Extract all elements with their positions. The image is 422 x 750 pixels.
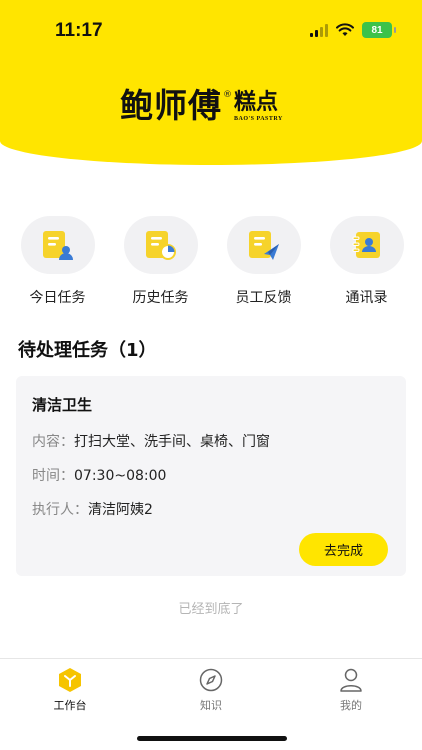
- tab-knowledge[interactable]: 知识: [171, 667, 251, 713]
- entry-history-task[interactable]: 历史任务: [109, 216, 212, 307]
- entry-contacts[interactable]: 通讯录: [315, 216, 418, 307]
- contacts-icon: [352, 232, 380, 258]
- status-bar: 11:17 81: [0, 0, 422, 60]
- task-executor-value: 清洁阿姨2: [88, 502, 153, 518]
- task-executor-label: 执行人：: [32, 502, 88, 518]
- history-task-icon: [145, 231, 176, 260]
- feedback-icon: [248, 231, 279, 260]
- entry-contacts-label: 通讯录: [345, 290, 388, 306]
- entry-history-task-circle[interactable]: [123, 216, 198, 274]
- task-time-row: 时间：07:30~08:00: [32, 465, 166, 485]
- pending-tasks-title: 待处理任务（1）: [18, 340, 157, 361]
- brand-sub: 糕点: [234, 90, 279, 115]
- registered-mark: ®: [223, 90, 232, 100]
- task-name: 清洁卫生: [32, 396, 93, 414]
- battery-level: 81: [371, 24, 383, 36]
- entry-contacts-circle[interactable]: [329, 216, 404, 274]
- brand-logo: 鲍师傅 ® 糕点 BAO'S PASTRY: [120, 86, 283, 126]
- entry-feedback-label: 员工反馈: [235, 290, 292, 306]
- task-content-value: 打扫大堂、洗手间、桌椅、门窗: [74, 434, 270, 450]
- quick-entries: 今日任务 历史任务 员工反馈 通讯录: [0, 216, 422, 307]
- workbench-icon: [59, 668, 81, 692]
- tab-mine[interactable]: 我的: [311, 667, 391, 713]
- compass-icon: [199, 668, 223, 692]
- entry-history-task-label: 历史任务: [132, 290, 189, 306]
- task-time-label: 时间：: [32, 468, 74, 484]
- header-banner: 11:17 81 鲍师傅 ® 糕点 BAO'S PASTRY: [0, 0, 422, 165]
- task-executor-row: 执行人：清洁阿姨2: [32, 499, 153, 519]
- tab-workbench-label: 工作台: [53, 699, 87, 712]
- status-icons: 81: [310, 22, 396, 38]
- tab-workbench[interactable]: 工作台: [30, 667, 110, 713]
- brand-english: BAO'S PASTRY: [234, 116, 283, 122]
- task-content-row: 内容：打扫大堂、洗手间、桌椅、门窗: [32, 431, 270, 451]
- signal-icon: [310, 23, 328, 37]
- complete-task-button[interactable]: 去完成: [299, 533, 388, 566]
- today-task-icon: [42, 231, 73, 260]
- task-card[interactable]: 清洁卫生 内容：打扫大堂、洗手间、桌椅、门窗 时间：07:30~08:00 执行…: [16, 376, 406, 576]
- tab-knowledge-label: 知识: [200, 699, 222, 712]
- home-indicator: [137, 736, 287, 741]
- task-time-value: 07:30~08:00: [74, 468, 167, 484]
- status-time: 11:17: [55, 20, 103, 41]
- entry-today-task[interactable]: 今日任务: [6, 216, 109, 307]
- end-of-list-tip: 已经到底了: [178, 602, 244, 617]
- entry-today-task-label: 今日任务: [29, 290, 86, 306]
- battery-icon: 81: [362, 22, 396, 38]
- brand-name: 鲍师傅: [120, 86, 222, 125]
- entry-feedback-circle[interactable]: [226, 216, 301, 274]
- user-icon: [340, 668, 362, 692]
- task-content-label: 内容：: [32, 434, 74, 450]
- entry-today-task-circle[interactable]: [20, 216, 95, 274]
- wifi-icon: [336, 23, 354, 36]
- entry-feedback[interactable]: 员工反馈: [212, 216, 315, 307]
- tab-mine-label: 我的: [340, 699, 362, 712]
